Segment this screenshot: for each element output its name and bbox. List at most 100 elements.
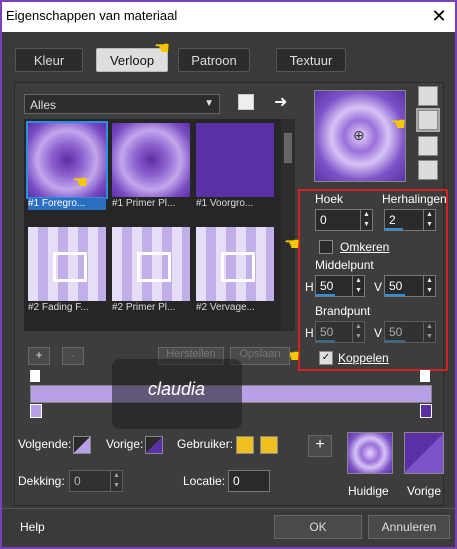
watermark-logo: claudia [112, 359, 242, 429]
thumbnail-scrollbar[interactable] [281, 119, 295, 331]
vorige-preview[interactable] [404, 432, 444, 474]
pointer-hand-icon: ☚ [154, 38, 171, 58]
value-bar [385, 228, 403, 230]
add-button[interactable]: + [308, 435, 332, 457]
stop-marker-icon[interactable] [420, 370, 430, 382]
gradient-label: #1 Voorgro... [196, 198, 254, 209]
gebruiker-swatch[interactable] [236, 436, 254, 454]
value-bar [316, 340, 335, 342]
gradient-thumbnail [28, 227, 106, 301]
koppelen-checkbox[interactable]: ✓ [319, 351, 333, 365]
square-gradient-icon[interactable] [416, 108, 440, 132]
add-stop-button[interactable]: + [28, 347, 50, 365]
window-title: Eigenschappen van materiaal [6, 8, 178, 23]
category-value: Alles [30, 98, 57, 112]
gradient-item[interactable]: #1 Foregro... [26, 121, 108, 210]
crosshair-icon[interactable]: ⊕ [353, 127, 365, 144]
watermark-text: claudia [148, 379, 206, 399]
pointer-hand-icon: ☚ [72, 172, 89, 192]
gradient-thumbnail [26, 121, 108, 199]
huidige-preview[interactable] [347, 432, 393, 474]
hoek-value: 0 [320, 213, 327, 227]
brandpunt-v-label: V [374, 326, 383, 340]
dialog-window: Eigenschappen van materiaal ✕ Kleur Verl… [0, 0, 457, 549]
ok-button[interactable]: OK [274, 515, 362, 539]
spin-arrows-icon[interactable]: ▲ ▼ [360, 210, 372, 230]
document-icon[interactable] [238, 94, 254, 110]
linear-gradient-icon[interactable] [418, 86, 438, 106]
chevron-down-icon: ▼ [204, 98, 214, 109]
locatie-input[interactable]: 0 [228, 470, 270, 492]
omkeren-label[interactable]: Omkeren [340, 240, 389, 254]
herhalingen-input[interactable]: 2 ▲ ▼ [384, 209, 436, 231]
radial-gradient-icon[interactable] [418, 136, 438, 156]
stop-marker-icon[interactable] [30, 370, 40, 382]
middelpunt-h-label: H [305, 280, 314, 294]
title-bar: Eigenschappen van materiaal ✕ [2, 2, 455, 32]
hoek-input[interactable]: 0 ▲ ▼ [315, 209, 373, 231]
spin-arrows-icon[interactable]: ▲ ▼ [423, 322, 435, 342]
vorige-preview-label: Vorige [407, 484, 442, 498]
middelpunt-h-value: 50 [320, 279, 334, 293]
stop-marker-icon[interactable] [420, 404, 432, 418]
annuleren-button[interactable]: Annuleren [368, 515, 450, 539]
corner-gradient-icon[interactable] [418, 160, 438, 180]
value-bar [316, 294, 335, 296]
pointer-hand-icon: ☚ [284, 234, 301, 254]
middelpunt-h-input[interactable]: 50 ▲ ▼ [315, 275, 365, 297]
gradient-thumbnail [112, 227, 190, 301]
spin-arrows-icon[interactable]: ▲ ▼ [110, 471, 122, 491]
category-select[interactable]: Alles ▼ [24, 94, 220, 114]
vorige-label: Vorige: [106, 437, 144, 451]
middelpunt-v-input[interactable]: 50 ▲ ▼ [384, 275, 436, 297]
volgende-swatch[interactable] [73, 436, 91, 454]
brandpunt-v-input[interactable]: 50 ▲ ▼ [384, 321, 436, 343]
gradient-thumbnail [112, 123, 190, 197]
scrollbar-thumb[interactable] [284, 133, 292, 163]
spin-arrows-icon[interactable]: ▲ ▼ [352, 322, 364, 342]
omkeren-checkbox[interactable] [319, 240, 333, 254]
tab-patroon[interactable]: Patroon [178, 48, 250, 72]
brandpunt-v-value: 50 [389, 325, 403, 339]
gradient-thumbnail [196, 123, 274, 197]
vorige-swatch[interactable] [145, 436, 163, 454]
gradient-item[interactable]: #2 Vervage... [196, 227, 274, 313]
gebruiker-swatch-2[interactable] [260, 436, 278, 454]
help-link[interactable]: Help [20, 520, 45, 534]
remove-stop-button[interactable]: - [62, 347, 84, 365]
herhalingen-label: Herhalingen [382, 192, 447, 206]
arrow-right-icon[interactable]: ➜ [274, 92, 287, 112]
gradient-thumbnail [196, 227, 274, 301]
herhalingen-value: 2 [389, 213, 396, 227]
tab-textuur[interactable]: Textuur [276, 48, 346, 72]
gradient-label: #2 Fading F... [28, 302, 89, 313]
spin-arrows-icon[interactable]: ▲ ▼ [352, 276, 364, 296]
middelpunt-v-value: 50 [389, 279, 403, 293]
tab-kleur[interactable]: Kleur [15, 48, 83, 72]
hoek-label: Hoek [315, 192, 344, 206]
gradient-item[interactable]: #1 Voorgro... [196, 123, 274, 209]
gradient-label: #2 Primer Pl... [112, 302, 176, 313]
locatie-label: Locatie: [183, 474, 226, 488]
spin-arrows-icon[interactable]: ▲ ▼ [423, 276, 435, 296]
huidige-label: Huidige [348, 484, 389, 498]
brandpunt-h-label: H [305, 326, 314, 340]
value-bar [385, 340, 405, 342]
gradient-list: #1 Foregro... #1 Primer Pl... #1 Voorgro… [24, 119, 282, 331]
gradient-item[interactable]: #2 Primer Pl... [112, 227, 190, 313]
close-icon[interactable]: ✕ [429, 6, 449, 26]
gradient-label: #1 Primer Pl... [112, 198, 176, 209]
stop-marker-icon[interactable] [30, 404, 42, 418]
dekking-label: Dekking: [18, 474, 65, 488]
gradient-item[interactable]: #2 Fading F... [28, 227, 106, 313]
gradient-preview[interactable]: ⊕ [314, 90, 406, 182]
gebruiker-label: Gebruiker: [177, 437, 234, 451]
middelpunt-label: Middelpunt [315, 258, 374, 272]
volgende-label: Volgende: [18, 437, 72, 451]
koppelen-label[interactable]: Koppelen [338, 351, 389, 365]
brandpunt-h-input[interactable]: 50 ▲ ▼ [315, 321, 365, 343]
brandpunt-label: Brandpunt [315, 304, 371, 318]
gradient-item[interactable]: #1 Primer Pl... [112, 123, 190, 209]
dekking-input[interactable]: 0 ▲ ▼ [69, 470, 123, 492]
spin-arrows-icon[interactable]: ▲ ▼ [423, 210, 435, 230]
